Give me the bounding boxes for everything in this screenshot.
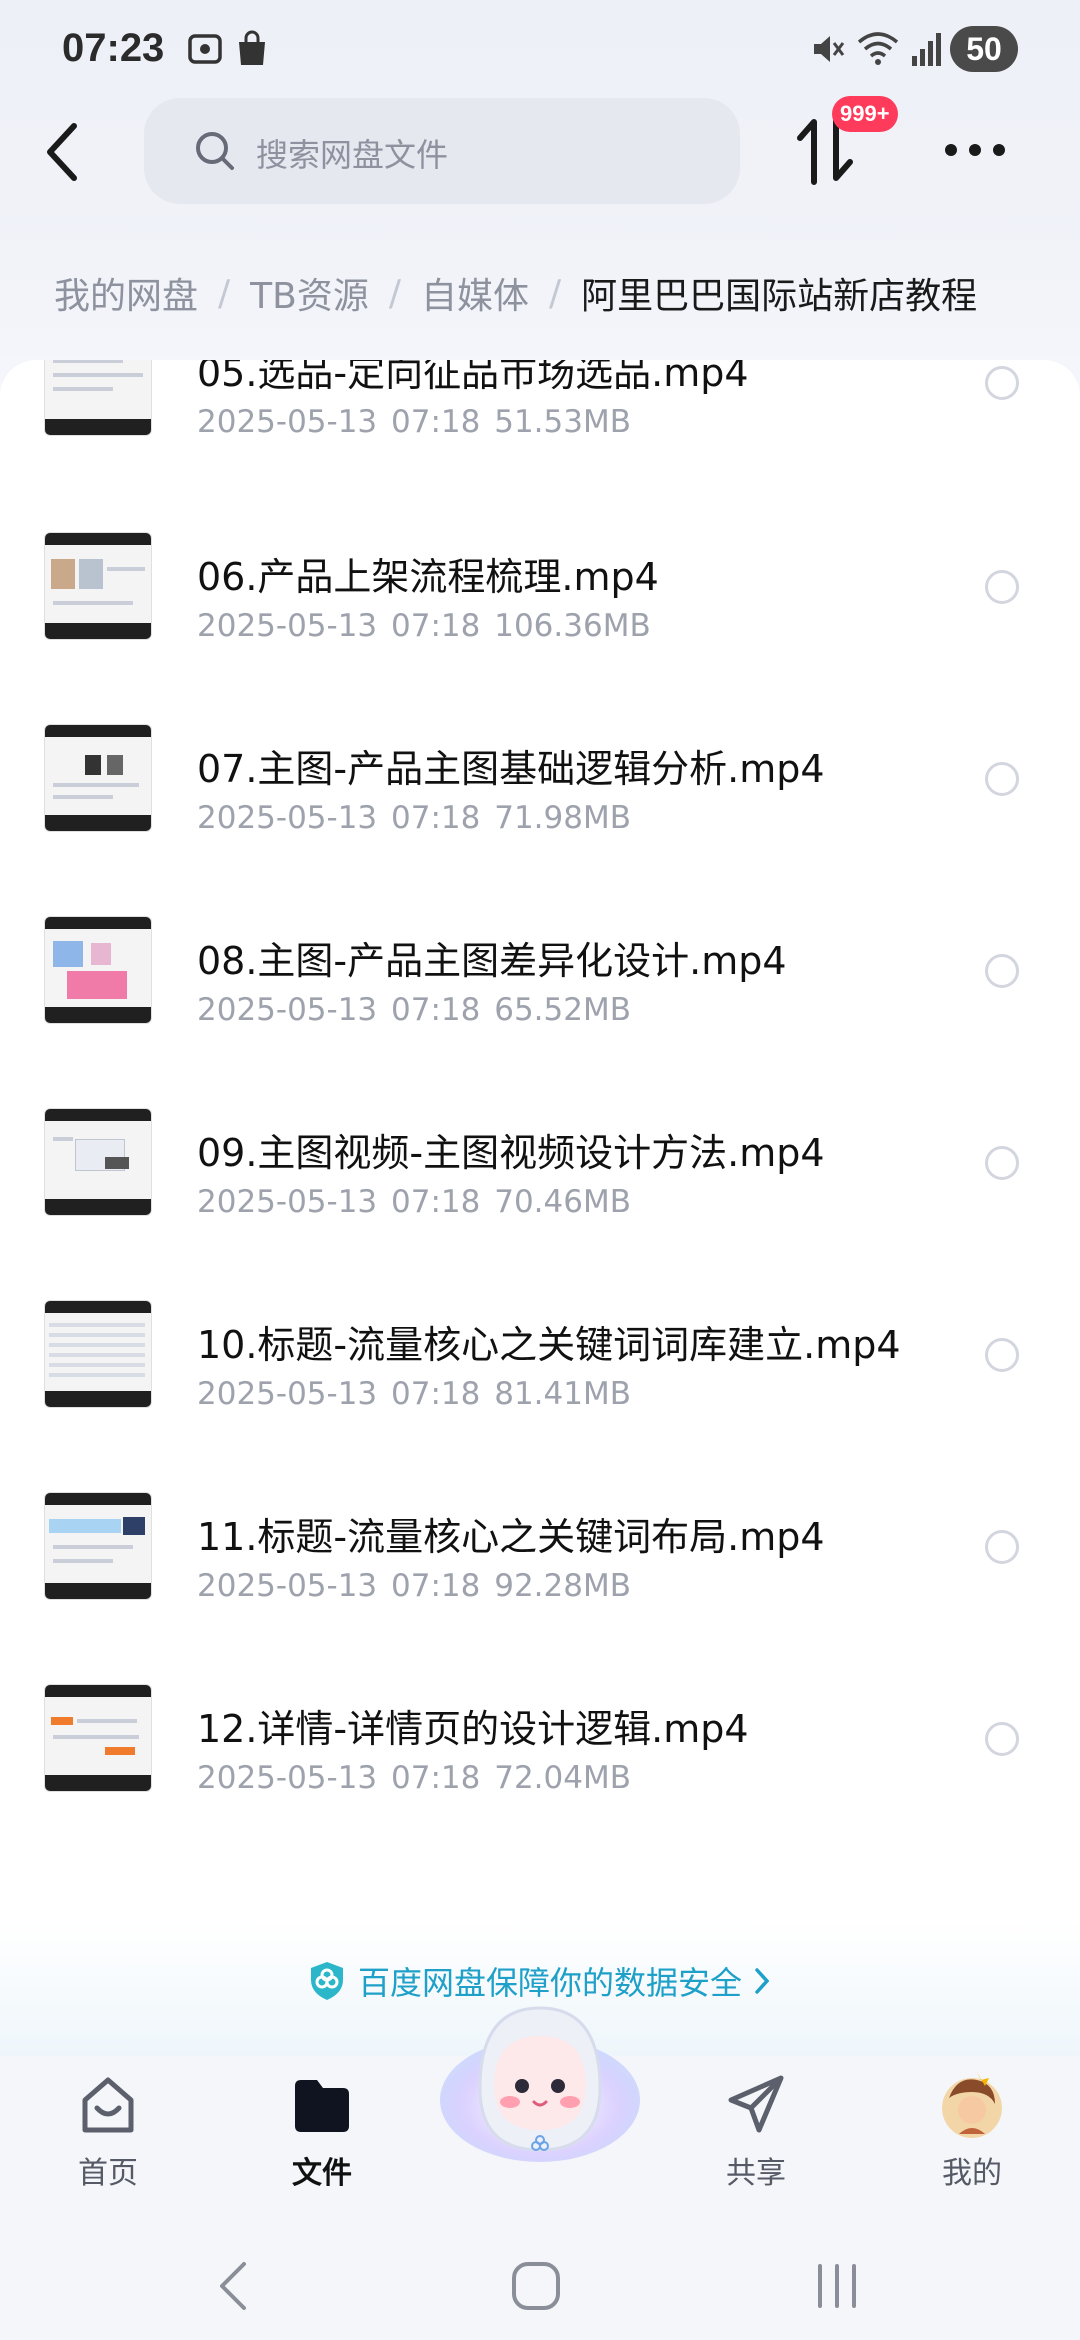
- system-recents-icon[interactable]: [814, 2260, 860, 2312]
- breadcrumb-current-folder: 阿里巴巴国际站新店教程: [581, 276, 978, 317]
- folder-icon: [295, 2080, 349, 2132]
- select-checkbox[interactable]: [985, 762, 1019, 796]
- breadcrumb-my-drive[interactable]: 我的网盘: [54, 267, 198, 319]
- video-thumbnail: [44, 1108, 152, 1216]
- video-thumbnail: [44, 724, 152, 832]
- select-checkbox[interactable]: [985, 366, 1019, 400]
- file-meta: 2025-05-13 07:18 65.52MB: [197, 992, 631, 1028]
- file-meta: 2025-05-13 07:18 70.46MB: [197, 1184, 631, 1220]
- video-thumbnail: [44, 1300, 152, 1408]
- shopping-bag-icon: [239, 30, 265, 65]
- tab-me[interactable]: 我的: [902, 2056, 1042, 2216]
- ai-assistant-mascot[interactable]: [430, 1990, 650, 2180]
- tab-files-label: 文件: [292, 2156, 352, 2191]
- transfer-badge: 999+: [832, 96, 898, 132]
- status-bar: 07:23 50: [0, 0, 1080, 100]
- share-icon: [728, 2075, 784, 2133]
- back-button[interactable]: [36, 118, 92, 186]
- battery-indicator: 50: [950, 26, 1018, 72]
- video-thumbnail: [44, 532, 152, 640]
- file-item[interactable]: 08.主图-产品主图差异化设计.mp4 2025-05-13 07:18 65.…: [0, 916, 1080, 1106]
- video-thumbnail: [44, 1492, 152, 1600]
- file-name: 10.标题-流量核心之关键词词库建立.mp4: [197, 1323, 901, 1367]
- file-meta: 2025-05-13 07:18 81.41MB: [197, 1376, 631, 1412]
- system-navigation-bar: [0, 2216, 1080, 2340]
- file-name: 05.选品-定向征品市场选品.mp4: [197, 360, 749, 395]
- system-back-icon[interactable]: [214, 2260, 254, 2312]
- tab-share-label: 共享: [726, 2156, 786, 2191]
- video-thumbnail: [44, 916, 152, 1024]
- file-item[interactable]: 10.标题-流量核心之关键词词库建立.mp4 2025-05-13 07:18 …: [0, 1300, 1080, 1490]
- tab-files[interactable]: 文件: [252, 2056, 392, 2216]
- file-item[interactable]: 11.标题-流量核心之关键词布局.mp4 2025-05-13 07:18 92…: [0, 1492, 1080, 1682]
- breadcrumb-separator: /: [388, 272, 401, 314]
- file-item[interactable]: 09.主图视频-主图视频设计方法.mp4 2025-05-13 07:18 70…: [0, 1108, 1080, 1298]
- tab-home[interactable]: 首页: [38, 2056, 178, 2216]
- file-item[interactable]: 07.主图-产品主图基础逻辑分析.mp4 2025-05-13 07:18 71…: [0, 724, 1080, 914]
- search-placeholder: 搜索网盘文件: [256, 136, 449, 174]
- file-meta: 2025-05-13 07:18 72.04MB: [197, 1760, 631, 1796]
- tab-home-label: 首页: [78, 2156, 138, 2191]
- system-home-icon[interactable]: [510, 2260, 562, 2312]
- select-checkbox[interactable]: [985, 954, 1019, 988]
- file-name: 06.产品上架流程梳理.mp4: [197, 555, 659, 599]
- file-name: 07.主图-产品主图基础逻辑分析.mp4: [197, 747, 825, 791]
- search-input[interactable]: 搜索网盘文件: [144, 98, 740, 204]
- file-meta: 2025-05-13 07:18 51.53MB: [197, 404, 631, 440]
- more-button[interactable]: [942, 130, 1008, 170]
- avatar-icon: [942, 2072, 1002, 2138]
- file-meta: 2025-05-13 07:18 71.98MB: [197, 800, 631, 836]
- breadcrumb-tb-resources[interactable]: TB资源: [250, 267, 369, 319]
- breadcrumb-separator: /: [218, 272, 231, 314]
- file-name: 12.详情-详情页的设计逻辑.mp4: [197, 1707, 749, 1751]
- file-name: 08.主图-产品主图差异化设计.mp4: [197, 939, 787, 983]
- tab-me-label: 我的: [942, 2156, 1002, 2191]
- chevron-left-icon: [47, 123, 77, 181]
- file-name: 09.主图视频-主图视频设计方法.mp4: [197, 1131, 825, 1175]
- select-checkbox[interactable]: [985, 570, 1019, 604]
- video-thumbnail: [44, 360, 152, 436]
- file-item[interactable]: 05.选品-定向征品市场选品.mp4 2025-05-13 07:18 51.5…: [0, 360, 1080, 518]
- select-checkbox[interactable]: [985, 1338, 1019, 1372]
- file-meta: 2025-05-13 07:18 106.36MB: [197, 608, 651, 644]
- select-checkbox[interactable]: [985, 1530, 1019, 1564]
- mute-icon: [814, 36, 845, 62]
- file-item[interactable]: 06.产品上架流程梳理.mp4 2025-05-13 07:18 106.36M…: [0, 532, 1080, 722]
- search-icon: [196, 132, 234, 170]
- file-item[interactable]: 12.详情-详情页的设计逻辑.mp4 2025-05-13 07:18 72.0…: [0, 1684, 1080, 1874]
- wifi-icon: [857, 32, 899, 65]
- signal-icon: [912, 33, 941, 66]
- file-meta: 2025-05-13 07:18 92.28MB: [197, 1568, 631, 1604]
- select-checkbox[interactable]: [985, 1146, 1019, 1180]
- more-dots-icon: [945, 144, 1005, 156]
- chevron-right-icon: [755, 1968, 770, 1994]
- breadcrumb-self-media[interactable]: 自媒体: [421, 267, 529, 319]
- file-list[interactable]: 05.选品-定向征品市场选品.mp4 2025-05-13 07:18 51.5…: [0, 360, 1080, 2060]
- status-time: 07:23: [62, 26, 165, 70]
- select-checkbox[interactable]: [985, 1722, 1019, 1756]
- breadcrumb-separator: /: [549, 272, 562, 314]
- tab-share[interactable]: 共享: [686, 2056, 826, 2216]
- file-name: 11.标题-流量核心之关键词布局.mp4: [197, 1515, 825, 1559]
- screenshot-icon: [188, 34, 222, 64]
- shield-icon: [311, 1962, 343, 2000]
- breadcrumb: 我的网盘 / TB资源 / 自媒体 / 阿里巴巴国际站新店教程: [54, 268, 977, 318]
- home-icon: [82, 2077, 134, 2133]
- video-thumbnail: [44, 1684, 152, 1792]
